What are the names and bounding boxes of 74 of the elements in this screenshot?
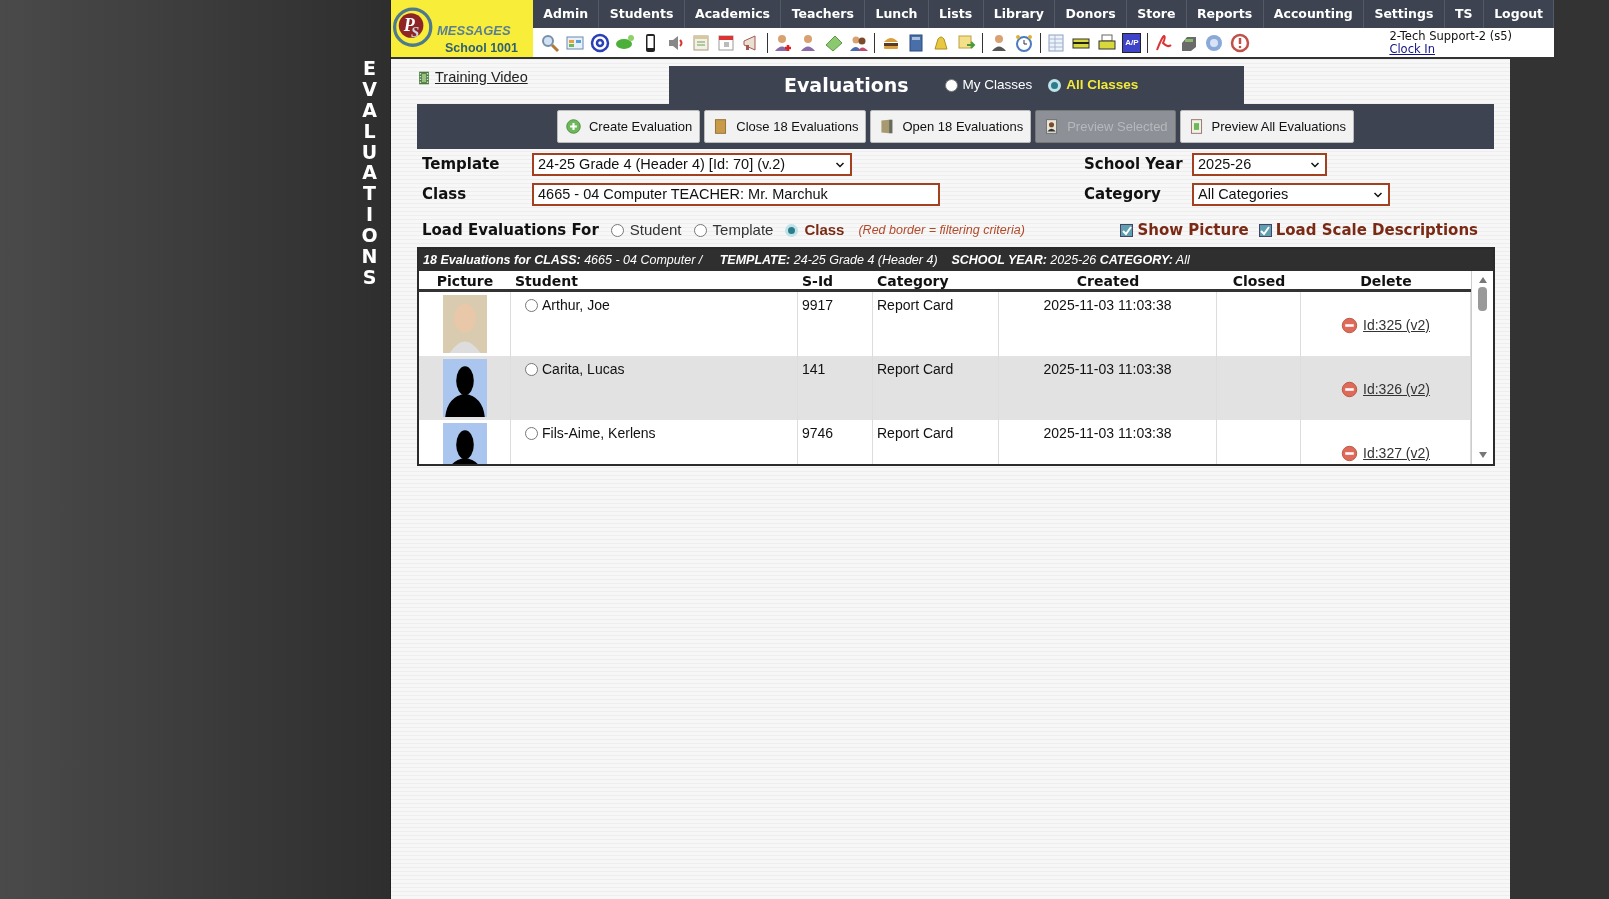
plus-circle-icon	[564, 118, 582, 135]
table-cell: 9917	[802, 297, 834, 313]
evaluation-id-link[interactable]: Id:327 (v2)	[1363, 443, 1430, 464]
delete-icon[interactable]	[1341, 381, 1359, 398]
column-header: Category	[876, 272, 950, 289]
evaluation-action-button[interactable]: Create Evaluation	[556, 110, 701, 143]
radio-button[interactable]	[525, 299, 538, 312]
checkbox-label[interactable]: Show Picture	[1137, 219, 1249, 242]
input-field[interactable]: 4665 - 04 Computer TEACHER: Mr. Marchuk	[532, 183, 940, 206]
filter-note: (Red border = filtering criteria)	[858, 222, 1025, 240]
scroll-up-icon[interactable]	[1476, 275, 1489, 285]
radio-button[interactable]	[525, 427, 538, 440]
radio-label[interactable]: All Classes	[1066, 74, 1139, 96]
printer-icon[interactable]	[1096, 32, 1117, 53]
table-cell: Report Card	[877, 297, 954, 313]
evaluation-id-link[interactable]: Id:325 (v2)	[1363, 315, 1430, 336]
student-name: Carita, Lucas	[542, 360, 625, 379]
table-cell: 9746	[802, 425, 834, 441]
radio-label[interactable]: Student	[629, 219, 682, 242]
field-label: Category	[1084, 184, 1162, 206]
table-cell: 2025-11-03 11:03:38	[1043, 425, 1172, 441]
radio-button[interactable]	[610, 224, 624, 237]
calendar-icon[interactable]	[715, 32, 736, 53]
table-cell: 2025-11-03 11:03:38	[1043, 297, 1172, 313]
evaluation-action-button[interactable]: Open 18 Evaluations	[870, 110, 1032, 143]
column-header: Closed	[1231, 272, 1287, 289]
table-cell: Report Card	[877, 361, 954, 377]
table-cell: 141	[802, 361, 826, 377]
training-video-link[interactable]: Training Video	[435, 67, 528, 89]
field-label: School Year	[1084, 154, 1184, 176]
table-cell: Report Card	[877, 425, 954, 441]
checkbox[interactable]	[1120, 224, 1134, 237]
delete-icon[interactable]	[1341, 317, 1359, 334]
radio-button[interactable]	[944, 78, 958, 92]
column-header: Picture	[435, 272, 495, 289]
dropdown[interactable]: 2025-26	[1192, 153, 1327, 176]
radio-label[interactable]: Template	[712, 219, 774, 242]
table-cell: 2025-11-03 11:03:38	[1043, 361, 1172, 377]
field-label: Load Evaluations For	[422, 220, 599, 242]
column-header: Created	[1075, 272, 1141, 289]
column-header: Delete	[1359, 272, 1413, 289]
pdf-icon[interactable]	[1154, 32, 1175, 53]
checkbox[interactable]	[1258, 224, 1272, 237]
radio-label[interactable]: Class	[804, 219, 845, 242]
school-name: School 1001	[445, 40, 518, 57]
dropdown[interactable]: 24-25 Grade 4 (Header 4) [Id: 70] (v.2)	[532, 153, 852, 176]
radio-button[interactable]	[525, 363, 538, 376]
panel-title: Evaluations	[784, 72, 909, 98]
evaluation-action-button[interactable]: Preview All Evaluations	[1179, 110, 1354, 143]
toolbar-badge[interactable]: A/P	[1122, 32, 1142, 53]
scroll-down-icon[interactable]	[1476, 450, 1489, 460]
radio-label[interactable]: My Classes	[962, 74, 1033, 96]
dropdown[interactable]: All Categories	[1192, 183, 1390, 206]
logo-text: MESSAGES	[437, 22, 511, 40]
alarm-clock-icon[interactable]	[1013, 32, 1034, 53]
user-name: 2-Tech Support-2 (s5)	[1389, 29, 1514, 43]
column-header: S-Id	[801, 272, 835, 289]
table-caption: 18 Evaluations for CLASS: 4665 - 04 Computer / TEMPLATE: 24-25 Grade 4 (Header 4) SCHOOL YEAR: 2025-26 CATEGORY: All	[419, 249, 1493, 271]
student-name: Arthur, Joe	[542, 296, 610, 315]
student-name: Fils-Aime, Kerlens	[542, 424, 656, 443]
field-label: Template	[422, 154, 501, 176]
radio-button[interactable]	[693, 224, 707, 237]
delete-icon[interactable]	[1341, 445, 1359, 462]
checkbox-label[interactable]: Load Scale Descriptions	[1275, 219, 1478, 242]
clock-in-link[interactable]: Clock In	[1389, 41, 1435, 56]
evaluation-id-link[interactable]: Id:326 (v2)	[1363, 379, 1430, 400]
add-person-icon[interactable]	[773, 32, 794, 53]
film-icon	[417, 69, 431, 86]
column-header: Student	[514, 272, 579, 289]
evaluation-action-button[interactable]: Close 18 Evaluations	[704, 110, 867, 143]
search-icon[interactable]	[539, 32, 560, 53]
vertical-page-title: EVALUATIONS	[360, 58, 379, 288]
scrollbar-thumb[interactable]	[1478, 287, 1487, 311]
field-label: Class	[422, 184, 468, 206]
